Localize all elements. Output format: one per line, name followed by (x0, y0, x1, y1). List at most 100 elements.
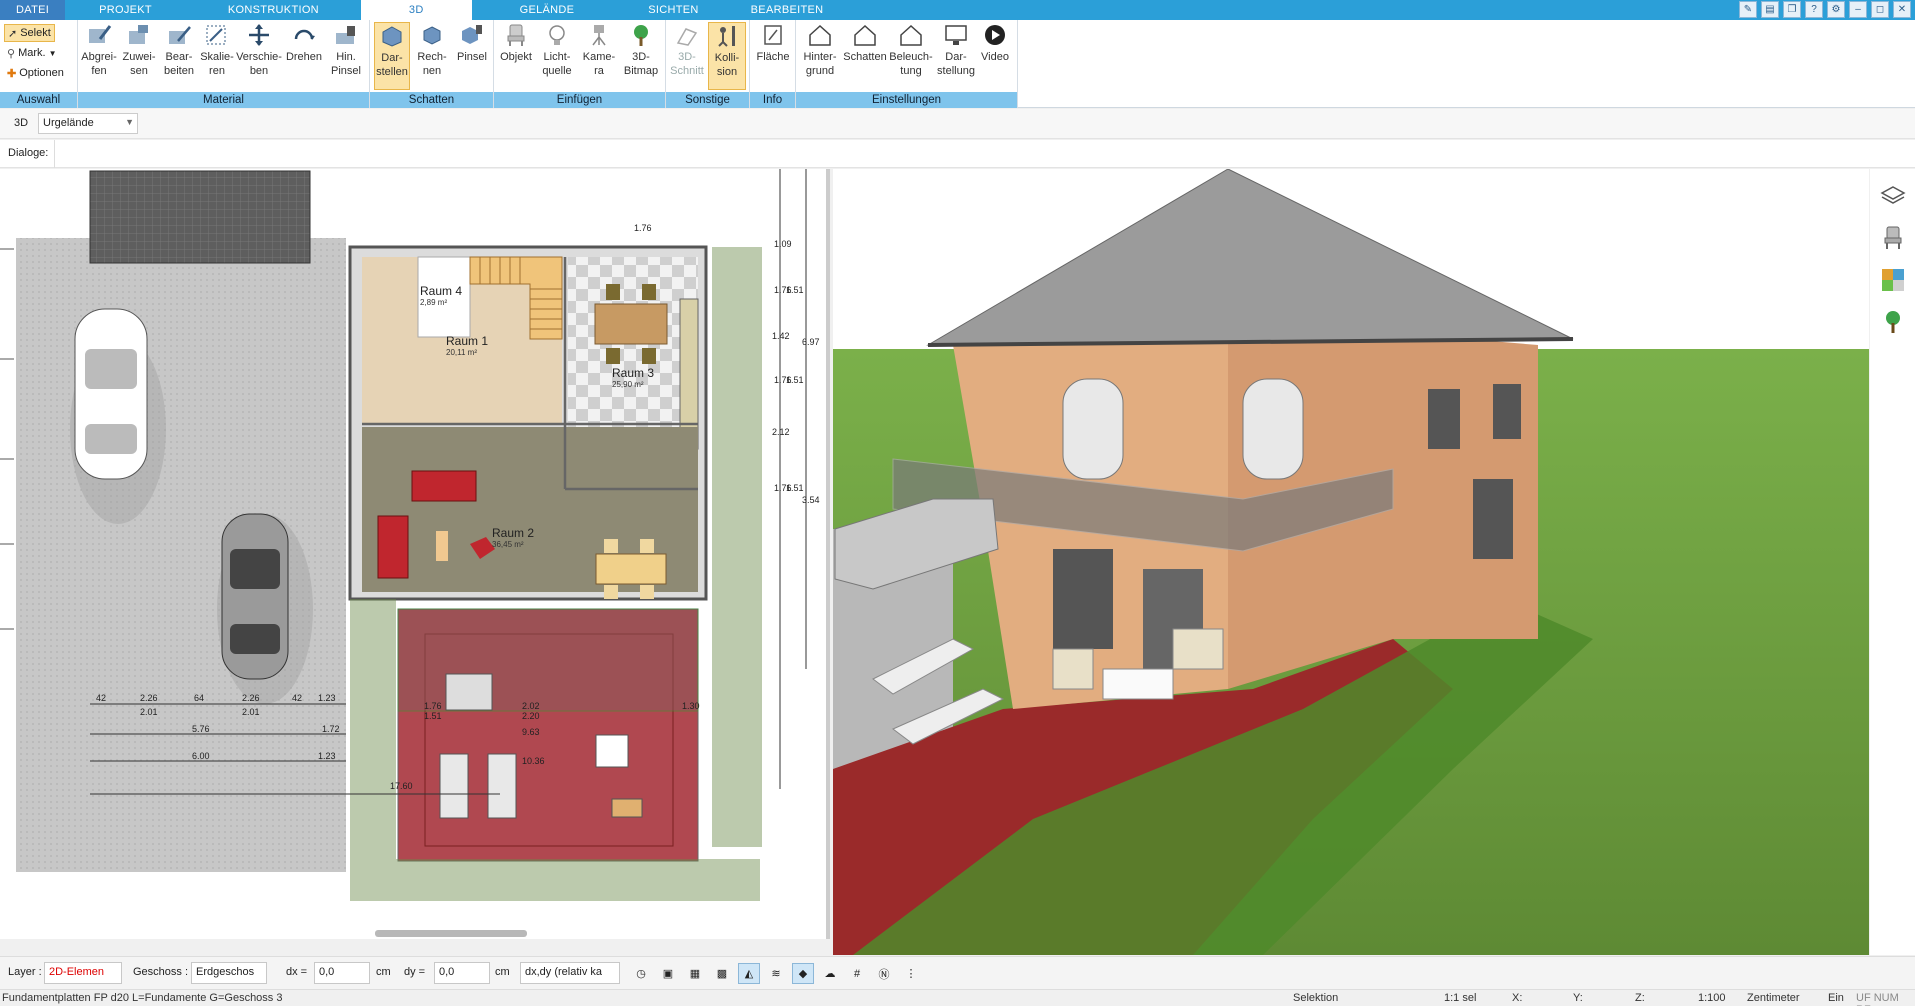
dim-label: 1.09 (774, 239, 792, 249)
view-mode-label: 3D (14, 117, 29, 129)
dim-label: 1.51 (424, 711, 442, 721)
geschoss-select[interactable]: Erdgeschos (191, 962, 267, 984)
snap-icon[interactable]: ◭ (738, 963, 760, 984)
dialog-bar: Dialoge: (0, 140, 1915, 168)
more-icon[interactable]: ⋮ (900, 963, 922, 984)
texture-icon[interactable]: ≋ (765, 963, 787, 984)
horizontal-scrollbar[interactable] (375, 930, 527, 937)
abgreifen-button[interactable]: Abgrei- fen (80, 22, 118, 90)
chair-icon[interactable] (1878, 223, 1908, 253)
3d-bitmap-button[interactable]: 3D- Bitmap (620, 22, 662, 90)
dy-input[interactable]: 0,0 (434, 962, 490, 984)
dim-label: 2.12 (772, 427, 790, 437)
kollision-button[interactable]: Kolli- sion (708, 22, 746, 90)
group-label-schatten: Schatten (370, 92, 493, 108)
einstellungen-schatten-button[interactable]: Schatten (842, 22, 888, 90)
dim-label: 17.60 (390, 781, 413, 791)
status-mode: Ein (1828, 992, 1844, 1004)
folder-icon[interactable]: ▤ (1761, 1, 1779, 18)
kitchen-counter (679, 298, 699, 450)
hin-pinsel-button[interactable]: Hin. Pinsel (326, 22, 366, 90)
grid-icon[interactable]: # (846, 963, 868, 984)
drehen-button[interactable]: Drehen (284, 22, 324, 90)
shadow-pinsel-button[interactable]: Pinsel (454, 22, 490, 90)
ribbon: ➚ Selekt ⚲ Mark. ▼ ✚ Optionen Auswahl Ab… (0, 20, 1915, 108)
play-icon (980, 22, 1010, 48)
box-icon[interactable]: ▩ (711, 963, 733, 984)
selekt-button[interactable]: ➚ Selekt (4, 24, 55, 42)
window-lower-3 (1473, 479, 1513, 559)
objekt-button[interactable]: Objekt (496, 22, 536, 90)
zuweisen-button[interactable]: Zuwei- sen (120, 22, 158, 90)
material-palette-icon[interactable] (1878, 265, 1908, 295)
tab-datei[interactable]: DATEI (0, 0, 66, 20)
windows-icon[interactable]: ❐ (1783, 1, 1801, 18)
3d-view[interactable] (833, 169, 1869, 955)
screen-icon[interactable]: ▣ (657, 963, 679, 984)
minimize-button[interactable]: – (1849, 1, 1867, 18)
tab-3d[interactable]: 3D (360, 0, 472, 20)
group-label-einfuegen: Einfügen (494, 92, 665, 108)
mark-button[interactable]: ⚲ Mark. ▼ (4, 44, 59, 62)
shadow-brush-icon (457, 22, 487, 48)
skalieren-button[interactable]: Skalie- ren (198, 22, 236, 90)
darstellen-button[interactable]: Dar- stellen (374, 22, 410, 90)
dx-input[interactable]: 0,0 (314, 962, 370, 984)
kamera-button[interactable]: Kame- ra (580, 22, 618, 90)
group-material: Abgrei- fen Zuwei- sen Bear- beiten Skal… (78, 20, 370, 108)
3d-schnitt-button[interactable]: 3D- Schnitt (668, 22, 706, 90)
video-button[interactable]: Video (976, 22, 1014, 90)
bearbeiten-material-button[interactable]: Bear- beiten (160, 22, 198, 90)
tree-icon[interactable] (1878, 307, 1908, 337)
floor-plan-view[interactable]: Raum 4 2,89 m² Raum 1 20,11 m² Raum 3 25… (0, 169, 830, 939)
restore-button[interactable]: ◻ (1871, 1, 1889, 18)
terrace-selection (397, 608, 699, 712)
cursor-icon: ➚ (8, 27, 18, 40)
hedge-right (712, 247, 762, 847)
dy-unit: cm (495, 966, 510, 978)
tab-bearbeiten[interactable]: BEARBEITEN (725, 0, 850, 20)
help-icon[interactable]: ? (1805, 1, 1823, 18)
section-icon (672, 22, 702, 48)
group-einstellungen: Hinter- grund Schatten Beleuch- tung Dar… (796, 20, 1018, 108)
hedge-left (350, 599, 396, 859)
geschoss-label: Geschoss : (133, 966, 189, 978)
chevron-down-icon: ▼ (125, 117, 134, 127)
verschieben-button[interactable]: Verschie- ben (236, 22, 282, 90)
garden-chair-3d-2 (1172, 628, 1224, 670)
plane-icon[interactable]: ◆ (792, 963, 814, 984)
group-sonstige: 3D- Schnitt Kolli- sion Sonstige (666, 20, 750, 108)
background-icon (805, 22, 835, 48)
render-icon[interactable]: ▦ (684, 963, 706, 984)
hintergrund-button[interactable]: Hinter- grund (798, 22, 842, 90)
clock-icon[interactable]: ◷ (630, 963, 652, 984)
flaeche-button[interactable]: Fläche (754, 22, 792, 90)
group-label-einstellungen: Einstellungen (796, 92, 1017, 108)
dx-label: dx = (286, 966, 308, 978)
terrain-select[interactable]: Urgelände ▼ (38, 113, 138, 134)
status-x: X: (1512, 992, 1523, 1004)
layers-icon[interactable] (1878, 181, 1908, 211)
tools-icon[interactable]: ✎ (1739, 1, 1757, 18)
house-shadow-icon (850, 22, 880, 48)
tab-konstruktion[interactable]: KONSTRUKTION (186, 0, 361, 20)
window-upper-4 (1493, 384, 1521, 439)
darstellung-button[interactable]: Dar- stellung (936, 22, 976, 90)
close-button[interactable]: ✕ (1893, 1, 1911, 18)
tab-sichten[interactable]: SICHTEN (622, 0, 724, 20)
optionen-button[interactable]: ✚ Optionen (4, 64, 67, 82)
tab-gelaende[interactable]: GELÄNDE (472, 0, 623, 20)
trolley (611, 798, 643, 818)
lichtquelle-button[interactable]: Licht- quelle (538, 22, 576, 90)
coord-mode-select[interactable]: dx,dy (relativ ka (520, 962, 620, 984)
group-info: Fläche Info (750, 20, 796, 108)
assign-material-icon (124, 22, 154, 48)
beleuchtung-button[interactable]: Beleuch- tung (888, 22, 934, 90)
north-icon[interactable]: Ⓝ (873, 963, 895, 984)
settings-icon[interactable]: ⚙ (1827, 1, 1845, 18)
rechnen-button[interactable]: Rech- nen (414, 22, 450, 90)
tab-projekt[interactable]: PROJEKT (65, 0, 186, 20)
shadow-display-icon (377, 23, 407, 49)
layer-select[interactable]: 2D-Elemen (44, 962, 122, 984)
cloud-icon[interactable]: ☁ (819, 963, 841, 984)
